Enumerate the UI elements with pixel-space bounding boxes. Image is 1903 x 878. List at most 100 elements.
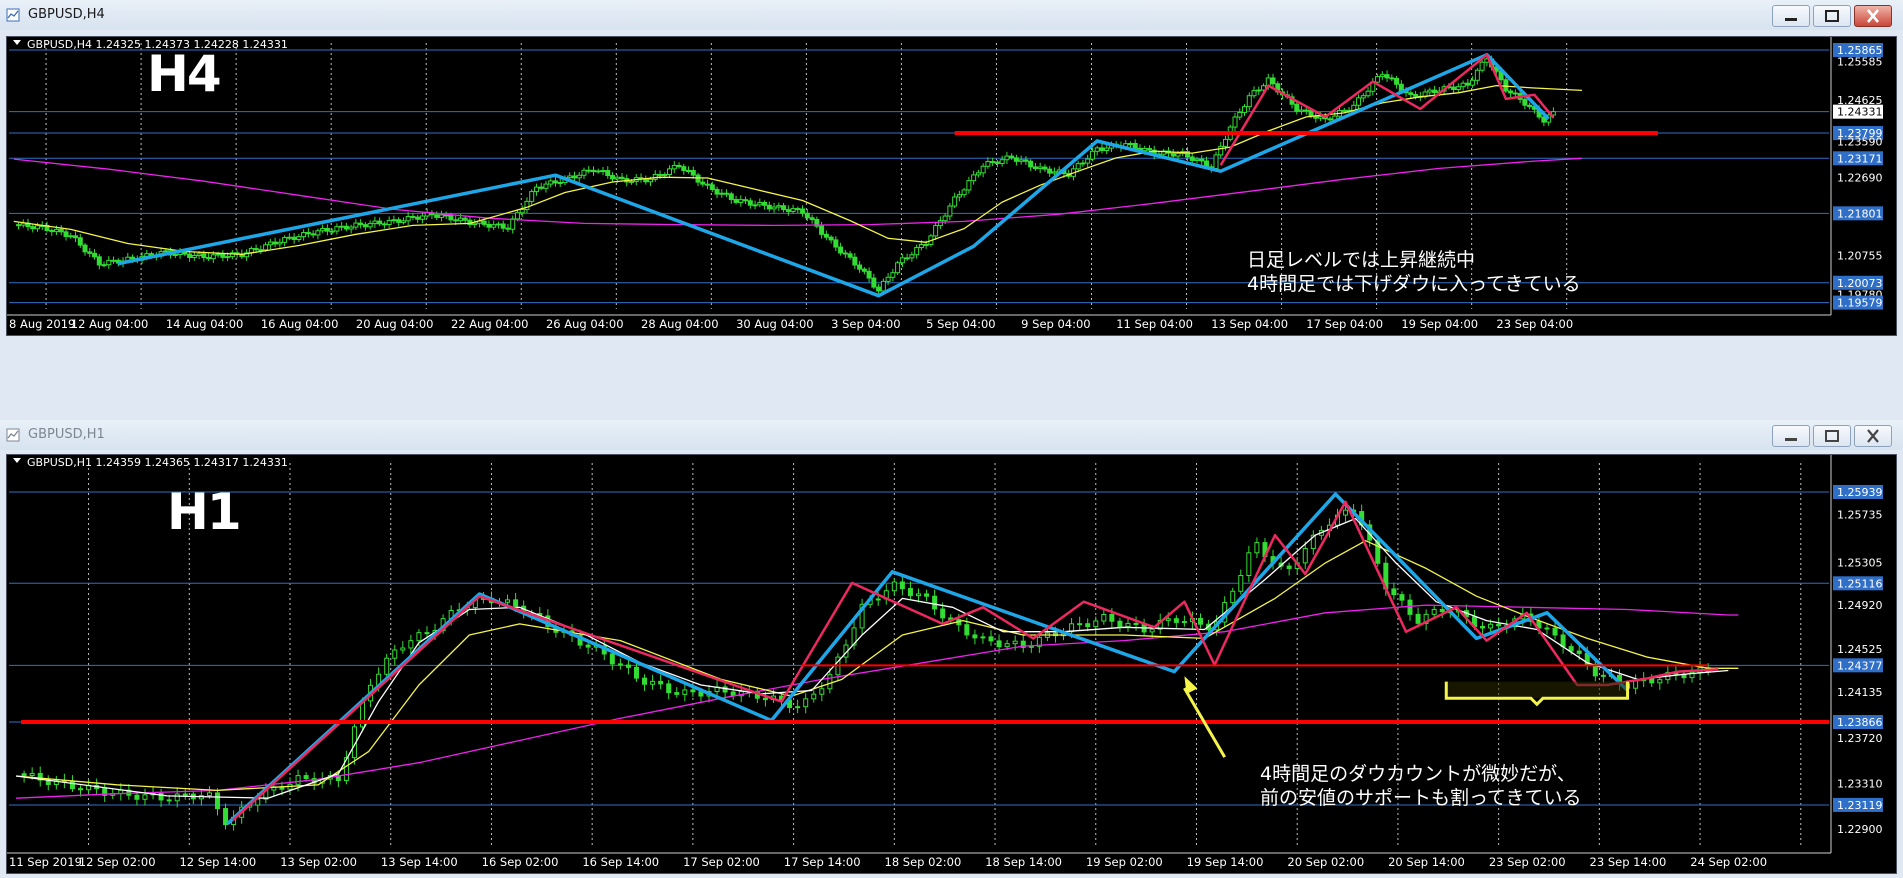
- candle-body: [890, 272, 896, 278]
- candle-body: [1230, 590, 1236, 604]
- candle-body: [519, 209, 525, 214]
- candle-body: [1657, 679, 1663, 684]
- maximize-button[interactable]: [1813, 425, 1851, 447]
- candle-body: [667, 168, 673, 175]
- close-button[interactable]: [1854, 425, 1892, 447]
- candle-body: [785, 209, 791, 212]
- candle-body: [220, 253, 226, 258]
- candle-body: [1256, 89, 1262, 92]
- chart-area-h1[interactable]: 1.25939 1.25735 1.25305 1.25116 1.24920 1.245…: [6, 454, 1897, 874]
- candle-body: [334, 226, 340, 232]
- candle-body: [827, 674, 833, 690]
- chart-h1[interactable]: 1.25939 1.25735 1.25305 1.25116 1.24920 1.245…: [7, 455, 1896, 873]
- candle-body: [904, 257, 910, 260]
- candle-body: [1270, 77, 1276, 85]
- time-label: 16 Aug 04:00: [261, 317, 339, 331]
- time-label: 9 Sep 04:00: [1021, 317, 1090, 331]
- candle-body: [1037, 166, 1043, 170]
- price-label: 1.25939: [1837, 486, 1883, 499]
- candle-body: [101, 264, 107, 267]
- time-label: 13 Sep 14:00: [381, 855, 458, 869]
- candle-body: [1479, 61, 1485, 71]
- candle-body: [809, 217, 815, 220]
- chart-area-h4[interactable]: 1.25865 1.25585 1.24625 1.24331 1.23799 1.235…: [6, 36, 1897, 336]
- candle-body: [410, 215, 416, 218]
- candle-body: [1199, 158, 1205, 162]
- candle-body: [505, 227, 511, 230]
- candle-body: [1189, 156, 1195, 161]
- time-label: 11 Sep 2019: [9, 855, 82, 869]
- candle-body: [947, 205, 953, 217]
- annotation-text: 日足レベルでは上昇継続中: [1247, 249, 1475, 271]
- candle-body: [617, 663, 623, 666]
- candle-body: [762, 201, 768, 206]
- candle-body: [54, 228, 60, 233]
- candle-body: [174, 793, 180, 802]
- candle-body: [182, 793, 188, 796]
- candle-body: [956, 194, 962, 198]
- candle-body: [990, 161, 996, 164]
- candle-body: [310, 233, 316, 236]
- candle-body: [1198, 618, 1204, 625]
- candle-body: [405, 215, 411, 222]
- titlebar-h1[interactable]: GBPUSD,H1: [0, 420, 1903, 450]
- candle-body: [111, 259, 117, 262]
- candle-body: [823, 233, 829, 238]
- minimize-button[interactable]: [1772, 5, 1810, 27]
- candle-body: [29, 772, 35, 777]
- candle-body: [348, 226, 354, 230]
- candle-body: [225, 256, 231, 259]
- candle-body: [1407, 599, 1413, 615]
- annotation-text: 前の安値のサポートも割ってきている: [1260, 787, 1581, 809]
- chart-info-line: GBPUSD,H1 1.24359 1.24365 1.24317 1.2433…: [27, 456, 288, 469]
- candle-body: [367, 223, 373, 228]
- candle-body: [396, 219, 402, 223]
- candle-body: [1246, 552, 1252, 576]
- candle-body: [866, 270, 872, 279]
- candle-body: [1465, 82, 1471, 86]
- candle-body: [719, 192, 725, 195]
- candle-body: [1004, 643, 1010, 648]
- candle-body: [538, 186, 544, 189]
- candle-body: [391, 219, 397, 222]
- maximize-button[interactable]: [1813, 5, 1851, 27]
- candle-body: [1432, 89, 1438, 94]
- candle-body: [980, 165, 986, 174]
- candle-body: [762, 697, 768, 701]
- candle-body: [358, 222, 364, 226]
- time-label: 8 Aug 2019: [9, 317, 75, 331]
- candle-body: [1165, 618, 1171, 621]
- time-label: 20 Sep 02:00: [1287, 855, 1364, 869]
- price-label: 1.23310: [1837, 778, 1883, 791]
- candle-body: [833, 239, 839, 248]
- candle-body: [1379, 74, 1385, 78]
- candle-body: [1341, 109, 1347, 112]
- candle-body: [871, 277, 877, 288]
- candle-body: [1080, 162, 1086, 165]
- minimize-icon: [1785, 438, 1797, 441]
- time-label: 13 Sep 02:00: [280, 855, 357, 869]
- price-label: 1.20755: [1837, 249, 1883, 262]
- candle-body: [49, 229, 55, 233]
- candle-body: [58, 228, 64, 233]
- candle-body: [1451, 86, 1457, 91]
- candle-body: [134, 794, 140, 800]
- time-label: 19 Sep 04:00: [1401, 317, 1478, 331]
- candle-body: [163, 250, 169, 253]
- candle-body: [681, 166, 687, 171]
- candle-body: [1360, 95, 1366, 99]
- candle-body: [1254, 542, 1260, 554]
- candle-body: [1394, 78, 1400, 85]
- close-button[interactable]: [1854, 5, 1892, 27]
- chart-h4[interactable]: 1.258651.255851.246251.243311.237991.235…: [7, 37, 1896, 335]
- candle-body: [1384, 74, 1390, 79]
- candle-body: [130, 256, 136, 260]
- chart-background: [7, 37, 1896, 335]
- candle-body: [1512, 92, 1518, 95]
- time-label: 17 Sep 02:00: [683, 855, 760, 869]
- candle-body: [728, 193, 734, 201]
- candle-body: [1242, 106, 1248, 113]
- candle-body: [674, 692, 680, 695]
- minimize-button[interactable]: [1772, 425, 1810, 447]
- titlebar-h4[interactable]: GBPUSD,H4: [0, 0, 1903, 30]
